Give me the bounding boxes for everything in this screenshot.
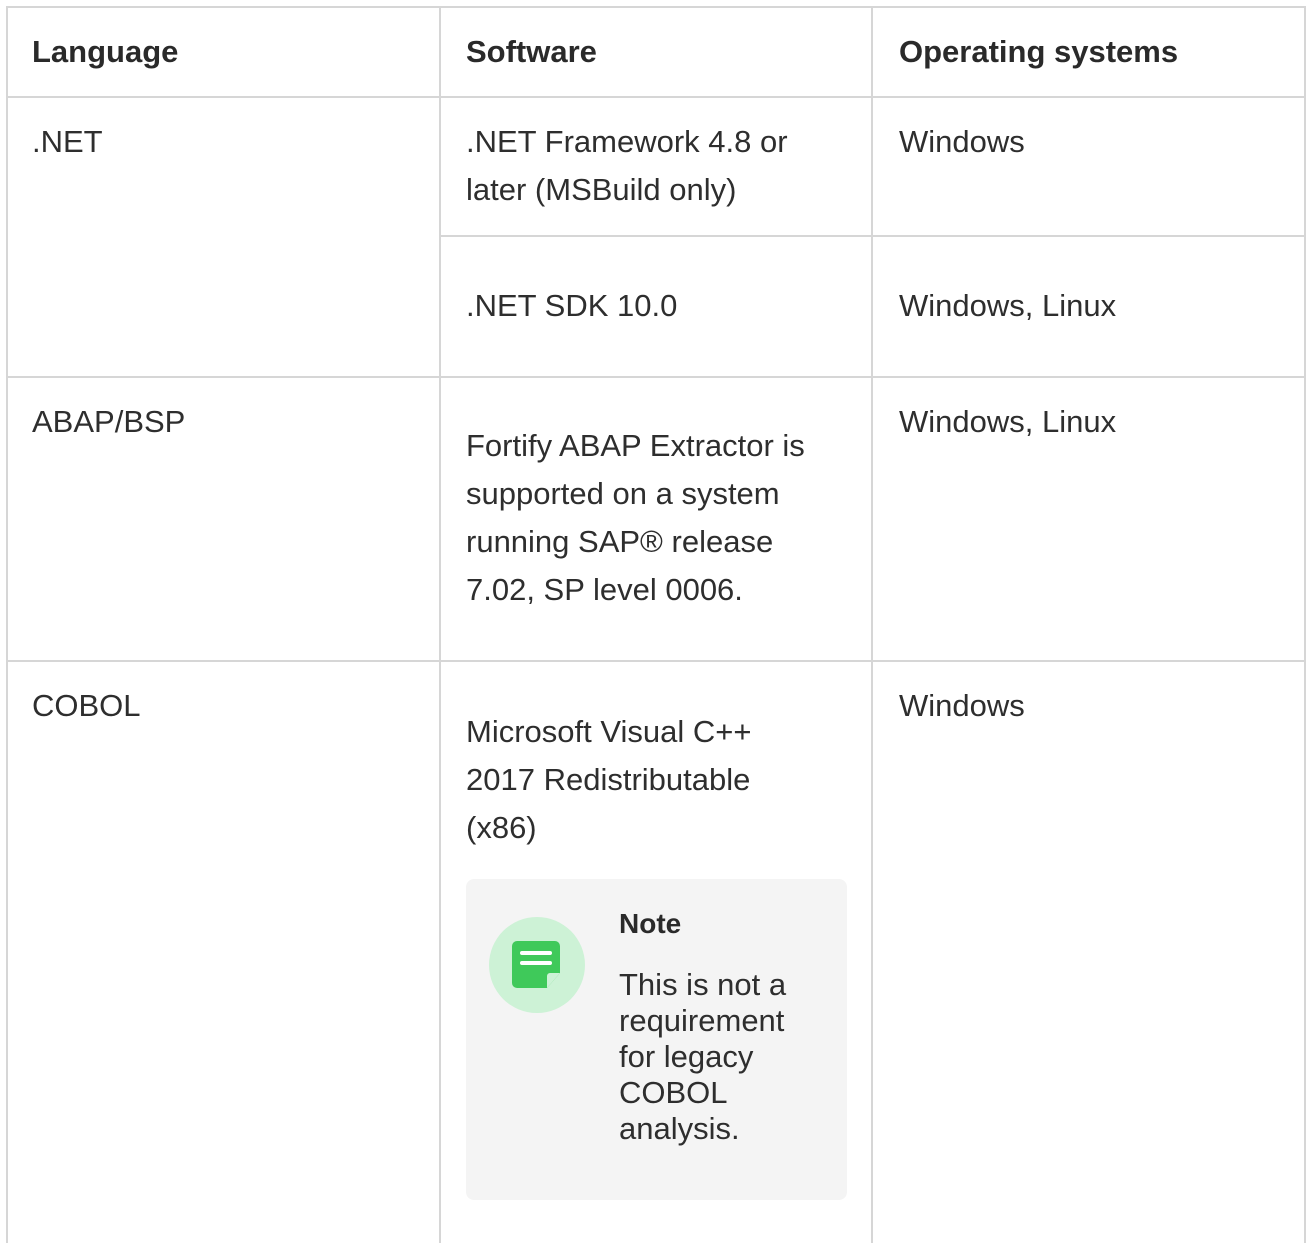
cell-software: later (MSBuild only) — [466, 172, 737, 207]
header-operating-systems: Operating systems — [899, 34, 1179, 69]
column-divider — [439, 6, 441, 1243]
row-divider — [6, 660, 1306, 662]
header-divider — [6, 96, 1306, 98]
cell-os: Windows, Linux — [899, 404, 1117, 439]
table-border-top — [6, 6, 1306, 8]
cell-software: Microsoft Visual C++ — [466, 714, 752, 749]
column-divider — [871, 6, 873, 1243]
note-body-line: This is not a — [619, 967, 787, 1002]
note-body-line: requirement — [619, 1003, 785, 1038]
cell-language-cobol: COBOL — [32, 688, 141, 723]
cell-os: Windows, Linux — [899, 288, 1117, 323]
cell-os: Windows — [899, 688, 1025, 723]
note-title: Note — [619, 908, 682, 939]
cell-software: .NET SDK 10.0 — [466, 288, 678, 323]
note-icon — [489, 917, 585, 1013]
table-border-left — [6, 6, 8, 1243]
row-divider — [440, 235, 1306, 237]
note-body: This is not a requirement for legacy COB… — [619, 967, 819, 1147]
cell-software: .NET Framework 4.8 or — [466, 124, 788, 159]
note-callout: Note This is not a requirement for legac… — [466, 879, 847, 1200]
table-border-right — [1304, 6, 1306, 1243]
cell-language-abap: ABAP/BSP — [32, 404, 186, 439]
cell-software: supported on a system — [466, 476, 780, 511]
cell-software: 2017 Redistributable — [466, 762, 751, 797]
header-language: Language — [32, 34, 179, 69]
note-body-line: analysis. — [619, 1111, 740, 1146]
cell-language-dotnet: .NET — [32, 124, 103, 159]
cell-software: running SAP® release — [466, 524, 774, 559]
cell-software: Fortify ABAP Extractor is — [466, 428, 805, 463]
cell-os: Windows — [899, 124, 1025, 159]
cell-software: 7.02, SP level 0006. — [466, 572, 743, 607]
cell-software: (x86) — [466, 810, 537, 845]
note-body-line: for legacy — [619, 1039, 754, 1074]
header-software: Software — [466, 34, 597, 69]
row-divider — [6, 376, 1306, 378]
note-body-line: COBOL — [619, 1075, 728, 1110]
